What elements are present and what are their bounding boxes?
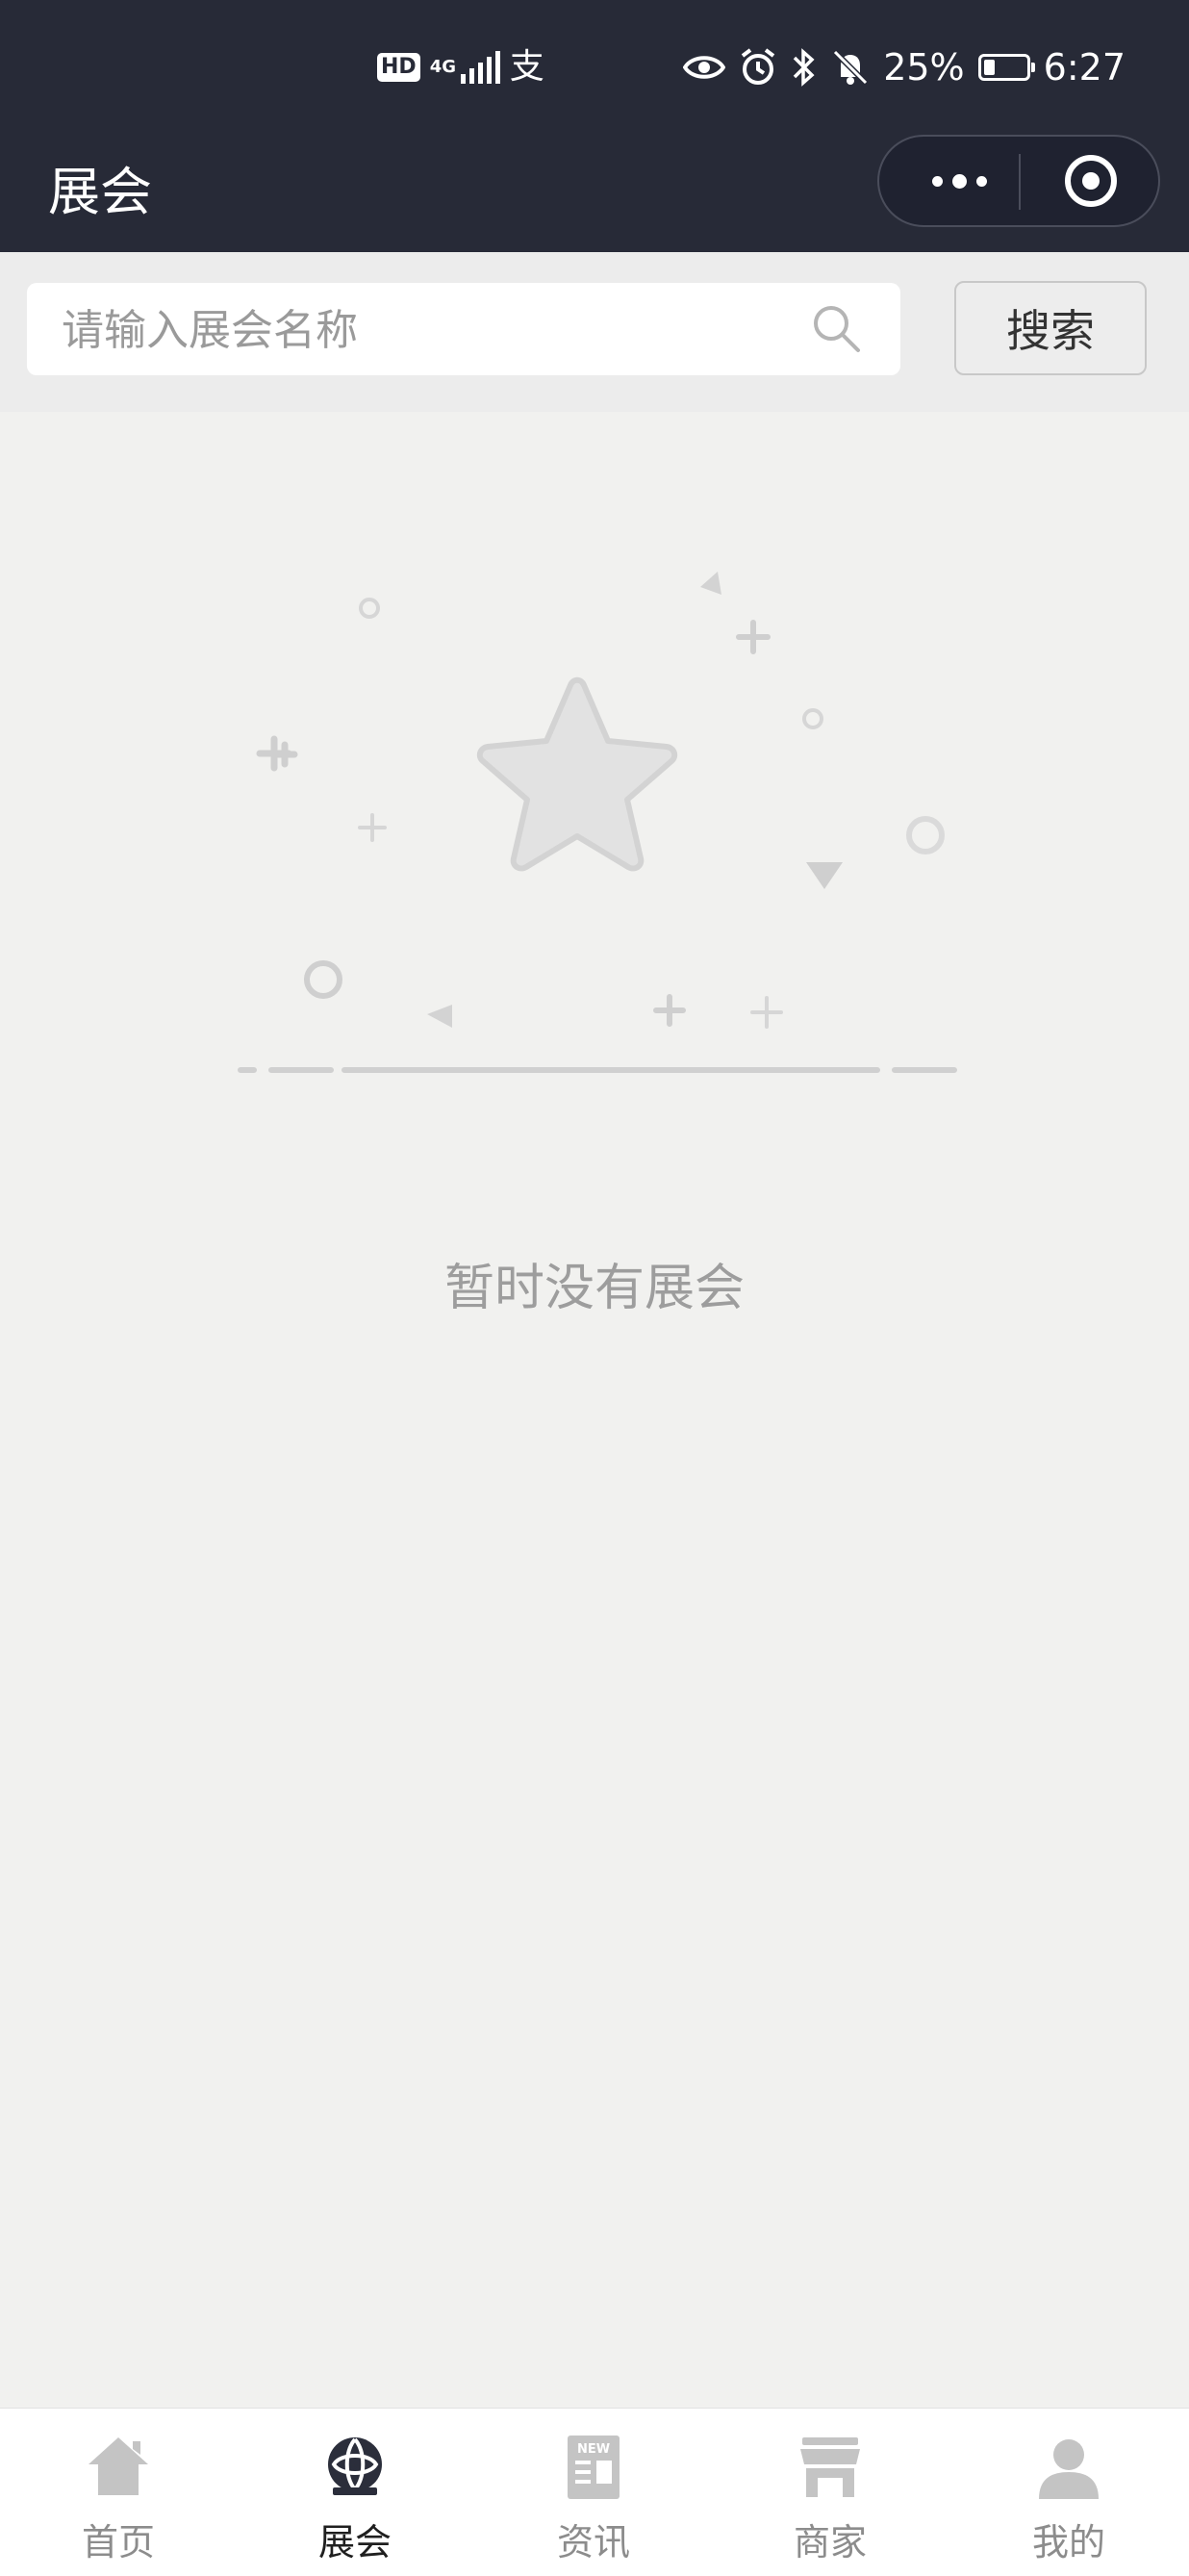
status-left: HD 4G 支 bbox=[377, 44, 544, 90]
close-miniprogram-button[interactable] bbox=[1064, 154, 1118, 208]
bluetooth-icon bbox=[793, 48, 815, 87]
tab-label: 商家 bbox=[793, 2521, 867, 2563]
tab-label: 我的 bbox=[1031, 2521, 1105, 2563]
miniprogram-capsule bbox=[877, 135, 1160, 227]
page-title: 展会 bbox=[48, 162, 152, 222]
alarm-icon bbox=[741, 48, 775, 85]
tab-home[interactable]: 首页 bbox=[46, 2434, 190, 2568]
tab-profile[interactable]: 我的 bbox=[997, 2434, 1141, 2568]
mute-bell-icon bbox=[833, 49, 869, 86]
search-bar: 搜索 bbox=[0, 252, 1189, 412]
news-icon: NEW bbox=[568, 2436, 620, 2499]
clock: 6:27 bbox=[1043, 46, 1126, 89]
empty-star-illustration bbox=[238, 572, 957, 1073]
tab-label: 展会 bbox=[317, 2521, 392, 2563]
search-icon bbox=[814, 306, 860, 352]
home-icon bbox=[89, 2437, 148, 2495]
svg-text:NEW: NEW bbox=[577, 2442, 610, 2457]
battery-percent: 25% bbox=[883, 46, 965, 89]
profile-icon bbox=[1039, 2439, 1099, 2499]
empty-state-message: 暂时没有展会 bbox=[443, 1260, 745, 1317]
tab-label: 资讯 bbox=[556, 2521, 630, 2563]
capsule-divider bbox=[1019, 154, 1021, 210]
search-button[interactable]: 搜索 bbox=[954, 281, 1147, 375]
alipay-icon: 支 bbox=[509, 47, 544, 87]
network-type: 4G bbox=[429, 57, 456, 77]
search-box[interactable] bbox=[27, 283, 900, 377]
search-input[interactable] bbox=[60, 283, 795, 377]
tab-news[interactable]: NEW 资讯 bbox=[521, 2434, 666, 2568]
status-bar: HD 4G 支 25% 6:27 bbox=[0, 0, 1189, 135]
tab-bar: 首页 展会 NEW 资讯 商家 我的 bbox=[0, 2408, 1189, 2576]
navigation-bar: 展会 bbox=[0, 135, 1189, 252]
store-icon bbox=[800, 2437, 860, 2497]
signal-icon bbox=[460, 51, 500, 84]
more-button[interactable] bbox=[918, 137, 1000, 225]
tab-exhibition[interactable]: 展会 bbox=[283, 2434, 427, 2568]
tab-label: 首页 bbox=[81, 2521, 155, 2563]
status-right: 25% 6:27 bbox=[683, 38, 1126, 96]
hd-badge: HD bbox=[377, 53, 420, 82]
exhibition-icon bbox=[328, 2437, 382, 2495]
tab-store[interactable]: 商家 bbox=[758, 2434, 902, 2568]
battery-icon bbox=[977, 54, 1035, 81]
eye-icon bbox=[683, 56, 726, 79]
